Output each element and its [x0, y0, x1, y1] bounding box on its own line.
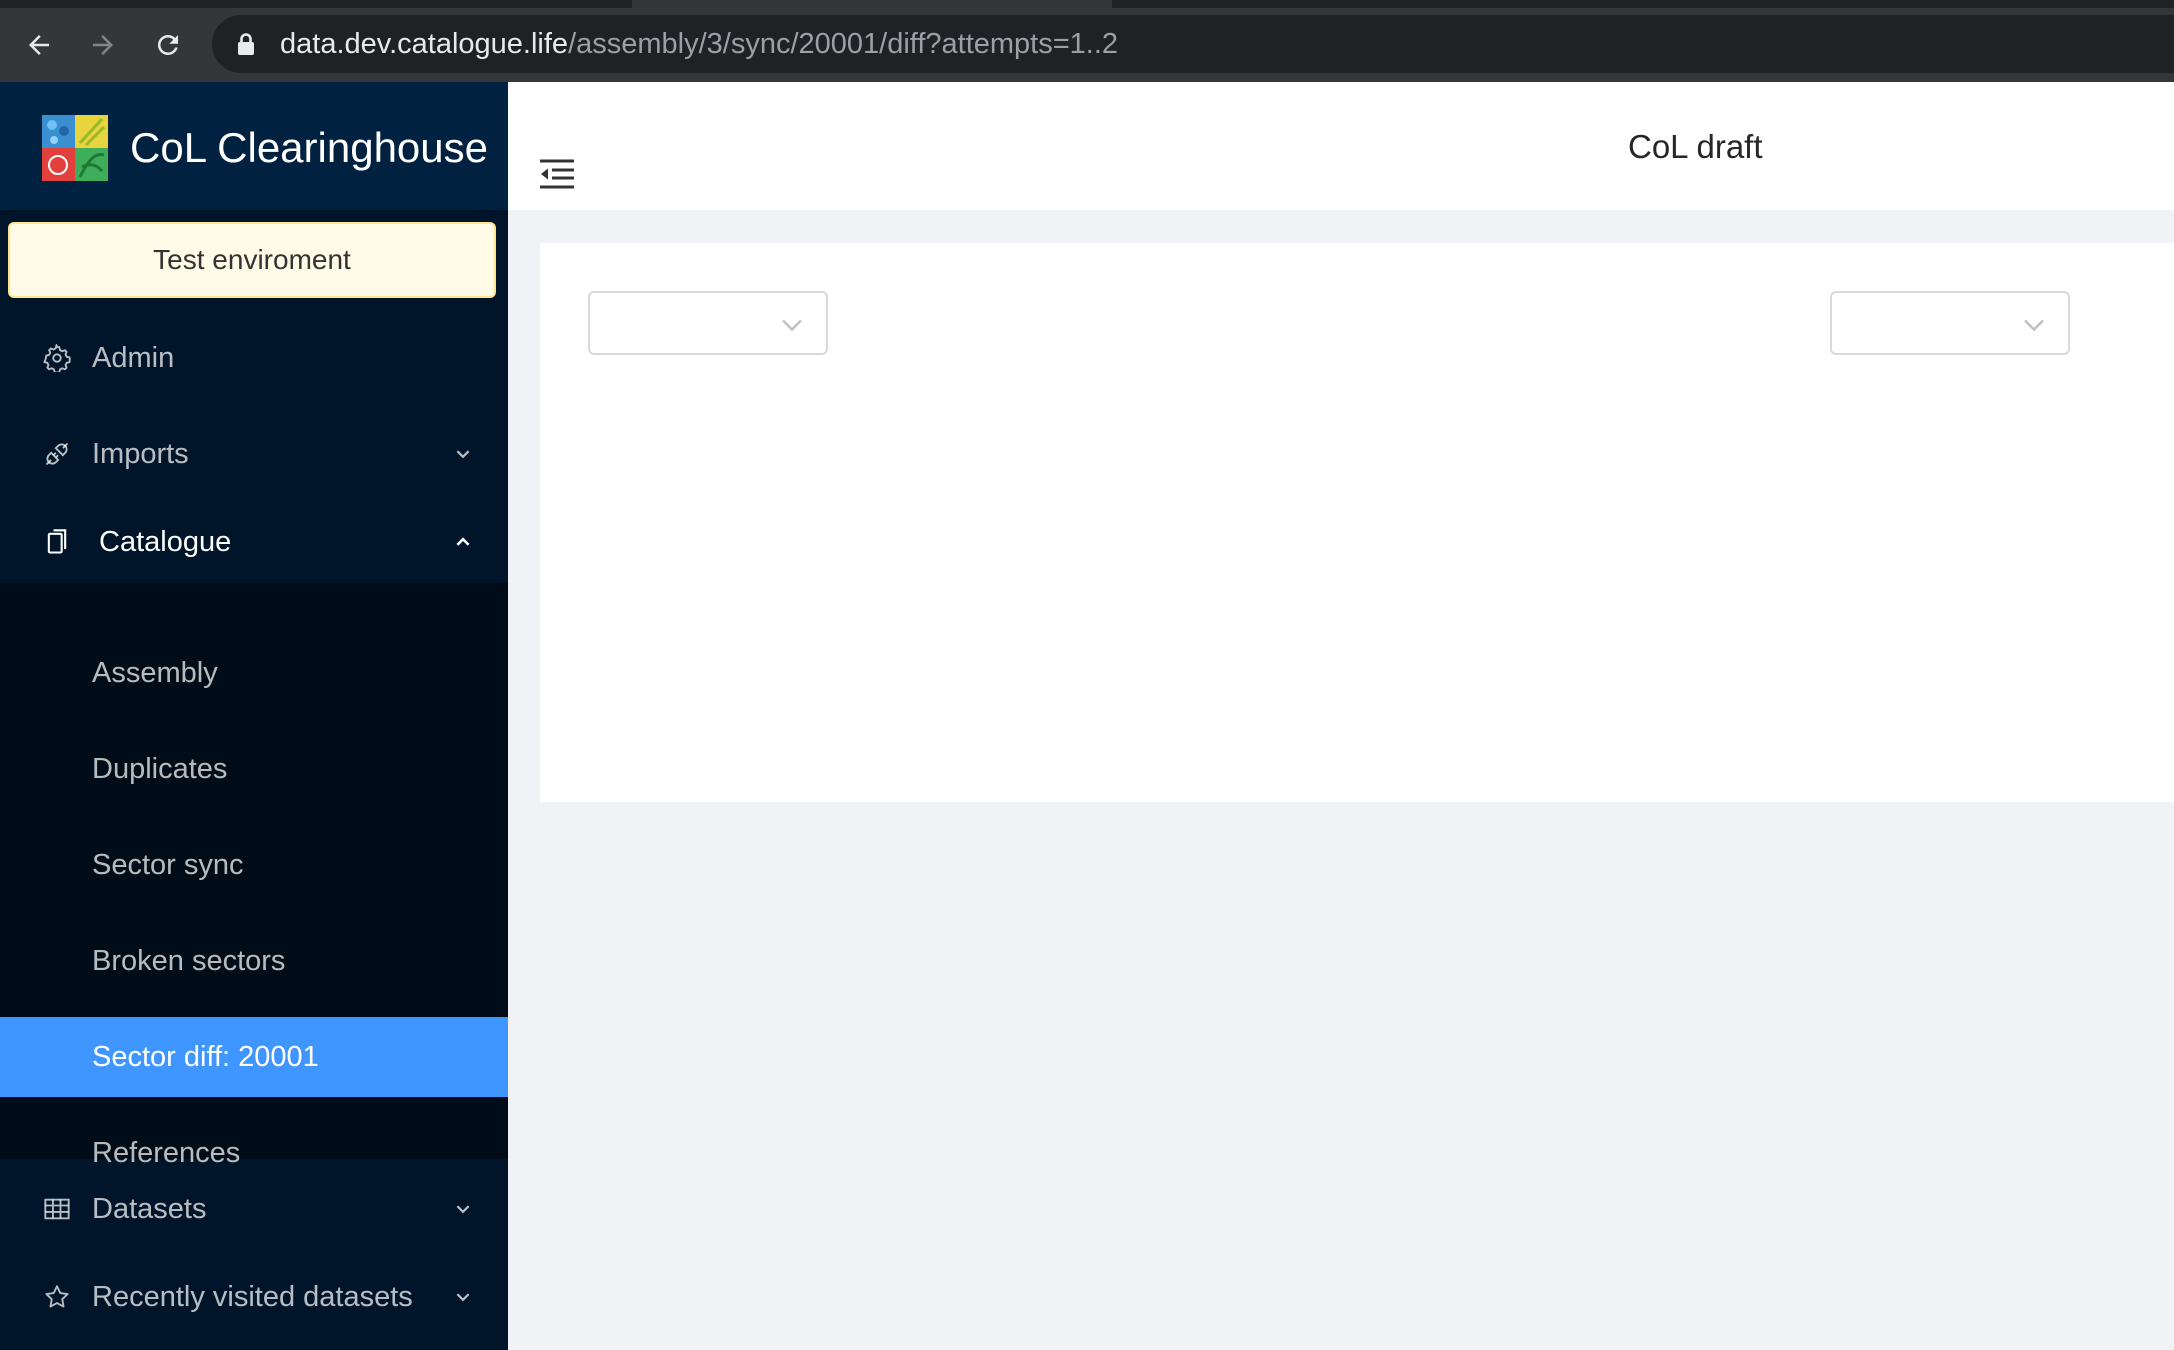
- sidebar-item-label: Catalogue: [99, 525, 232, 558]
- left-attempt-select[interactable]: [588, 291, 828, 355]
- chevron-down-icon: [2024, 319, 2044, 332]
- url-host: data.dev.catalogue.life: [280, 28, 569, 60]
- api-icon: [42, 439, 72, 469]
- sidebar-item-admin[interactable]: Admin: [0, 322, 508, 394]
- sidebar-subitem-label: Assembly: [92, 657, 218, 689]
- sidebar-item-label: Recently visited datasets: [92, 1280, 413, 1313]
- chevron-down-icon: [452, 1286, 474, 1308]
- copy-icon: [42, 527, 72, 557]
- sidebar-item-imports[interactable]: Imports: [0, 418, 508, 490]
- sidebar-item-label: Admin: [92, 341, 175, 374]
- menu-fold-icon: [540, 159, 574, 189]
- table-icon: [42, 1194, 72, 1224]
- sidebar-item-recently-visited[interactable]: Recently visited datasets: [0, 1261, 508, 1333]
- chevron-down-icon: [452, 1198, 474, 1220]
- sidebar-subitem-label: Broken sectors: [92, 945, 286, 977]
- reload-button[interactable]: [143, 20, 193, 70]
- active-tab-edge[interactable]: [632, 0, 1112, 8]
- forward-button[interactable]: [78, 20, 128, 70]
- sidebar-subitem-assembly[interactable]: Assembly: [0, 633, 508, 713]
- page-title: CoL draft: [1628, 128, 1763, 165]
- url-path: /assembly/3/sync/20001/diff?attempts=1..…: [568, 28, 1119, 60]
- sidebar-item-datasets[interactable]: Datasets: [0, 1173, 508, 1245]
- environment-badge: Test enviroment: [8, 222, 496, 298]
- url-text: data.dev.catalogue.life/assembly/3/sync/…: [280, 15, 1118, 73]
- col-logo-icon: [42, 115, 108, 181]
- page-header: CoL draft: [508, 82, 2174, 210]
- diff-card: [540, 243, 2174, 802]
- back-button[interactable]: [14, 20, 64, 70]
- sidebar-subitem-label: Sector diff: 20001: [92, 1041, 319, 1073]
- chevron-up-icon: [452, 531, 474, 553]
- app-title: CoL Clearinghouse: [130, 124, 489, 171]
- sidebar: CoL Clearinghouse Test enviroment Admin …: [0, 82, 508, 1350]
- chevron-down-icon: [452, 443, 474, 465]
- right-attempt-select[interactable]: [1830, 291, 2070, 355]
- sidebar-item-label: Imports: [92, 437, 189, 470]
- lock-icon: [238, 33, 254, 55]
- sidebar-item-label: Datasets: [92, 1192, 207, 1225]
- sidebar-item-catalogue[interactable]: Catalogue: [0, 502, 508, 582]
- browser-tabstrip: [0, 0, 2174, 8]
- sidebar-subitem-broken-sectors[interactable]: Broken sectors: [0, 921, 508, 1001]
- sidebar-subitem-label: Duplicates: [92, 753, 228, 785]
- gear-icon: [42, 343, 72, 373]
- sidebar-subitem-sector-sync[interactable]: Sector sync: [0, 825, 508, 905]
- browser-toolbar: data.dev.catalogue.life/assembly/3/sync/…: [0, 8, 2174, 82]
- menu-fold-button[interactable]: [538, 158, 576, 190]
- brand-header[interactable]: CoL Clearinghouse: [0, 82, 508, 210]
- sidebar-subitem-sector-diff[interactable]: Sector diff: 20001: [0, 1017, 508, 1097]
- sidebar-subitem-label: Sector sync: [92, 849, 244, 881]
- arrow-left-icon: [29, 35, 49, 55]
- sidebar-subitem-duplicates[interactable]: Duplicates: [0, 729, 508, 809]
- chevron-down-icon: [782, 319, 802, 332]
- reload-icon: [157, 34, 178, 55]
- address-bar[interactable]: data.dev.catalogue.life/assembly/3/sync/…: [212, 15, 2174, 73]
- star-icon: [42, 1282, 72, 1312]
- arrow-right-icon: [93, 35, 113, 55]
